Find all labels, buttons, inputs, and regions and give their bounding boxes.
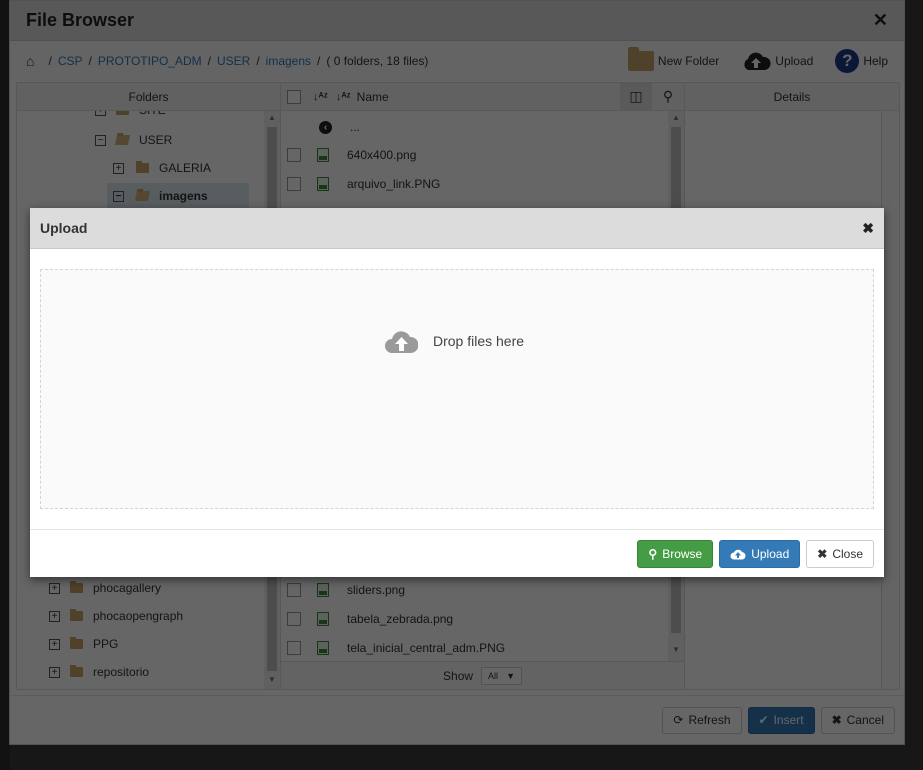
close-button[interactable]: ✖ Close bbox=[806, 539, 874, 568]
upload-modal-title: Upload bbox=[40, 220, 88, 236]
upload-modal-close-icon[interactable]: ✖ bbox=[862, 220, 874, 237]
browse-button[interactable]: ⚲ Browse bbox=[637, 539, 714, 568]
upload-modal: Upload ✖ Drop files here ⚲ Browse Upload… bbox=[30, 208, 884, 577]
dropzone-text: Drop files here bbox=[433, 333, 525, 349]
cloud-upload-icon bbox=[730, 549, 746, 559]
cloud-upload-icon bbox=[385, 331, 418, 353]
upload-button[interactable]: Upload bbox=[719, 539, 801, 568]
search-icon: ⚲ bbox=[648, 546, 658, 561]
close-icon: ✖ bbox=[817, 546, 828, 561]
upload-modal-footer: ⚲ Browse Upload ✖ Close bbox=[30, 529, 884, 577]
upload-dropzone[interactable]: Drop files here bbox=[40, 269, 874, 509]
upload-modal-header: Upload ✖ bbox=[30, 208, 884, 249]
